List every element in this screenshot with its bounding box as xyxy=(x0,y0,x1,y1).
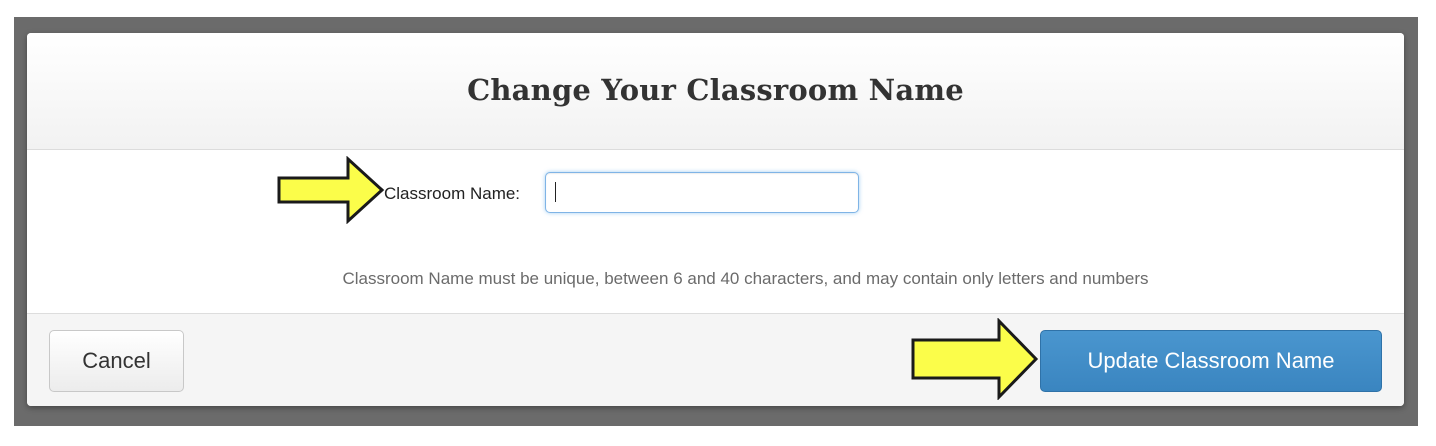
arrow-right-icon xyxy=(277,156,385,224)
dialog-header: Change Your Classroom Name xyxy=(27,33,1404,150)
change-classroom-name-dialog: Change Your Classroom Name Classroom Nam… xyxy=(27,33,1404,406)
classroom-name-input[interactable] xyxy=(545,172,859,213)
cancel-button[interactable]: Cancel xyxy=(49,330,184,392)
text-caret xyxy=(555,182,556,202)
classroom-name-help-text: Classroom Name must be unique, between 6… xyxy=(342,269,1149,288)
dialog-footer: Cancel Update Classroom Name xyxy=(27,313,1404,406)
update-classroom-name-button[interactable]: Update Classroom Name xyxy=(1040,330,1382,392)
classroom-name-label: Classroom Name: xyxy=(384,184,521,203)
arrow-right-icon xyxy=(911,318,1039,400)
dialog-title: Change Your Classroom Name xyxy=(467,73,964,107)
